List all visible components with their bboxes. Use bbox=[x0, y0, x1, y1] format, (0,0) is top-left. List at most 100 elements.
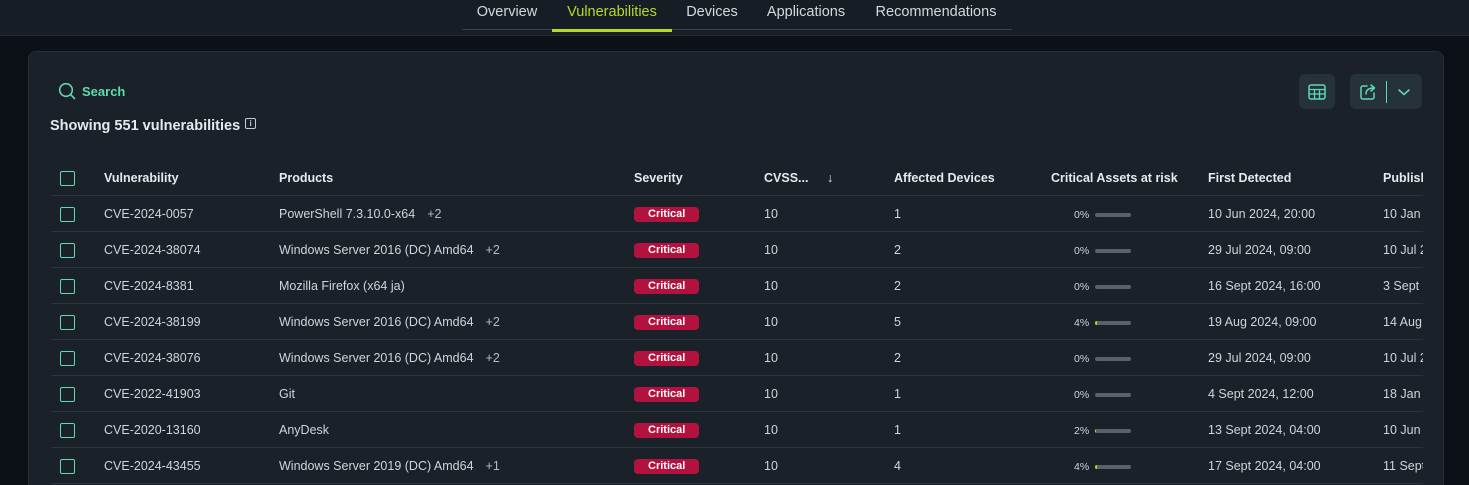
first-detected-date: 10 Jun 2024, 20:00 bbox=[1208, 207, 1316, 221]
tab-devices[interactable]: Devices bbox=[672, 0, 752, 30]
first-detected-date: 19 Aug 2024, 09:00 bbox=[1208, 315, 1317, 329]
first-detected-date: 13 Sept 2024, 04:00 bbox=[1208, 423, 1321, 437]
severity-badge: Critical bbox=[634, 279, 700, 295]
risk-progress-bar bbox=[1095, 212, 1132, 217]
table-row[interactable]: CVE-2024-43455 Windows Server 2019 (DC) … bbox=[51, 448, 1423, 484]
row-checkbox[interactable] bbox=[60, 315, 75, 330]
row-checkbox[interactable] bbox=[60, 459, 75, 474]
critical-assets-cell: 2% bbox=[1074, 412, 1132, 448]
export-options-dropdown[interactable] bbox=[1386, 74, 1422, 109]
affected-devices-count: 2 bbox=[894, 279, 901, 293]
first-detected-date: 4 Sept 2024, 12:00 bbox=[1208, 387, 1314, 401]
risk-progress-bar bbox=[1095, 428, 1132, 433]
product-cell: Windows Server 2016 (DC) Amd64 +2 bbox=[279, 340, 500, 376]
severity-cell: Critical bbox=[634, 232, 700, 268]
row-checkbox[interactable] bbox=[60, 207, 75, 222]
tab-vulnerabilities[interactable]: Vulnerabilities bbox=[552, 0, 672, 32]
table-body: CVE-2024-0057 PowerShell 7.3.10.0-x64 +2 … bbox=[51, 196, 1423, 484]
product-cell: AnyDesk bbox=[279, 412, 341, 448]
critical-assets-cell: 0% bbox=[1074, 268, 1132, 304]
table-row[interactable]: CVE-2024-38074 Windows Server 2016 (DC) … bbox=[51, 232, 1423, 268]
critical-assets-cell: 4% bbox=[1074, 448, 1132, 484]
more-products-count[interactable]: +2 bbox=[427, 207, 441, 221]
export-share-icon bbox=[1360, 83, 1375, 100]
info-icon[interactable]: i bbox=[245, 117, 257, 129]
table-view-button[interactable] bbox=[1299, 74, 1335, 109]
table-row[interactable]: CVE-2020-13160 AnyDesk Critical 10 1 2% … bbox=[51, 412, 1423, 448]
top-nav-bar: Overview Vulnerabilities Devices Applica… bbox=[0, 0, 1469, 36]
export-button[interactable] bbox=[1350, 74, 1386, 109]
vulnerability-id[interactable]: CVE-2024-38199 bbox=[104, 304, 201, 340]
row-checkbox[interactable] bbox=[60, 243, 75, 258]
severity-badge: Critical bbox=[634, 243, 700, 259]
critical-assets-cell: 4% bbox=[1074, 304, 1132, 340]
affected-devices-count: 5 bbox=[894, 315, 901, 329]
first-detected-date: 17 Sept 2024, 04:00 bbox=[1208, 459, 1321, 473]
results-count: Showing 551 vulnerabilities i bbox=[50, 117, 257, 134]
cvss-score: 10 bbox=[764, 279, 778, 293]
tab-overview[interactable]: Overview bbox=[462, 0, 552, 30]
table-row[interactable]: CVE-2024-38199 Windows Server 2016 (DC) … bbox=[51, 304, 1423, 340]
row-checkbox[interactable] bbox=[60, 423, 75, 438]
published-date: 11 Sept 2 bbox=[1383, 459, 1423, 473]
row-checkbox[interactable] bbox=[60, 387, 75, 402]
published-date: 10 Jan 2 bbox=[1383, 207, 1423, 221]
tab-applications[interactable]: Applications bbox=[752, 0, 860, 30]
table-row[interactable]: CVE-2024-38076 Windows Server 2016 (DC) … bbox=[51, 340, 1423, 376]
vulnerability-id[interactable]: CVE-2024-43455 bbox=[104, 448, 201, 484]
first-detected-date: 29 Jul 2024, 09:00 bbox=[1208, 351, 1311, 365]
cvss-score: 10 bbox=[764, 459, 778, 473]
risk-percent: 2% bbox=[1074, 425, 1090, 437]
table-row[interactable]: CVE-2022-41903 Git Critical 10 1 0% 4 Se… bbox=[51, 376, 1423, 412]
column-header-published[interactable]: Publish bbox=[1383, 160, 1423, 196]
risk-progress-fill bbox=[1095, 320, 1097, 325]
first-detected-date: 16 Sept 2024, 16:00 bbox=[1208, 279, 1321, 293]
column-header-first-detected[interactable]: First Detected bbox=[1208, 160, 1291, 196]
more-products-count[interactable]: +2 bbox=[486, 243, 500, 257]
more-products-count[interactable]: +1 bbox=[486, 459, 500, 473]
vulnerability-id[interactable]: CVE-2022-41903 bbox=[104, 376, 201, 412]
critical-assets-cell: 0% bbox=[1074, 196, 1132, 232]
select-all-checkbox[interactable] bbox=[60, 171, 75, 186]
risk-percent: 0% bbox=[1074, 353, 1090, 365]
product-name: Windows Server 2016 (DC) Amd64 bbox=[279, 315, 474, 329]
column-header-products[interactable]: Products bbox=[279, 160, 333, 196]
vulnerability-id[interactable]: CVE-2020-13160 bbox=[104, 412, 201, 448]
column-header-critical-assets[interactable]: Critical Assets at risk bbox=[1051, 160, 1178, 196]
cvss-score: 10 bbox=[764, 423, 778, 437]
product-cell: Windows Server 2019 (DC) Amd64 +1 bbox=[279, 448, 500, 484]
more-products-count[interactable]: +2 bbox=[486, 315, 500, 329]
tab-recommendations[interactable]: Recommendations bbox=[860, 0, 1012, 30]
row-checkbox[interactable] bbox=[60, 279, 75, 294]
column-header-cvss[interactable]: CVSS... bbox=[764, 160, 808, 196]
product-name: AnyDesk bbox=[279, 423, 330, 437]
vulnerability-id[interactable]: CVE-2024-38076 bbox=[104, 340, 201, 376]
risk-progress-fill bbox=[1095, 428, 1096, 433]
published-date: 10 Jul 2 bbox=[1383, 351, 1423, 365]
cvss-score: 10 bbox=[764, 207, 778, 221]
severity-badge: Critical bbox=[634, 207, 700, 223]
vulnerability-id[interactable]: CVE-2024-8381 bbox=[104, 268, 194, 304]
severity-cell: Critical bbox=[634, 376, 700, 412]
vulnerability-id[interactable]: CVE-2024-0057 bbox=[104, 196, 194, 232]
affected-devices-count: 2 bbox=[894, 351, 901, 365]
column-header-severity[interactable]: Severity bbox=[634, 160, 683, 196]
severity-badge: Critical bbox=[634, 387, 700, 403]
table-row[interactable]: CVE-2024-8381 Mozilla Firefox (x64 ja) C… bbox=[51, 268, 1423, 304]
more-products-count[interactable]: +2 bbox=[486, 351, 500, 365]
product-name: Mozilla Firefox (x64 ja) bbox=[279, 279, 405, 293]
vulnerability-id[interactable]: CVE-2024-38074 bbox=[104, 232, 201, 268]
row-checkbox[interactable] bbox=[60, 351, 75, 366]
sort-descending-icon[interactable]: ↓ bbox=[827, 160, 833, 196]
search-button[interactable]: Search bbox=[58, 82, 125, 100]
severity-cell: Critical bbox=[634, 340, 700, 376]
critical-assets-cell: 0% bbox=[1074, 340, 1132, 376]
risk-percent: 4% bbox=[1074, 317, 1090, 329]
table-row[interactable]: CVE-2024-0057 PowerShell 7.3.10.0-x64 +2 … bbox=[51, 196, 1423, 232]
column-header-affected-devices[interactable]: Affected Devices bbox=[894, 160, 995, 196]
tab-bar: Overview Vulnerabilities Devices Applica… bbox=[462, 0, 1012, 32]
chevron-down-icon bbox=[1398, 88, 1411, 95]
column-header-vulnerability[interactable]: Vulnerability bbox=[104, 160, 179, 196]
first-detected-date: 29 Jul 2024, 09:00 bbox=[1208, 243, 1311, 257]
severity-cell: Critical bbox=[634, 304, 700, 340]
